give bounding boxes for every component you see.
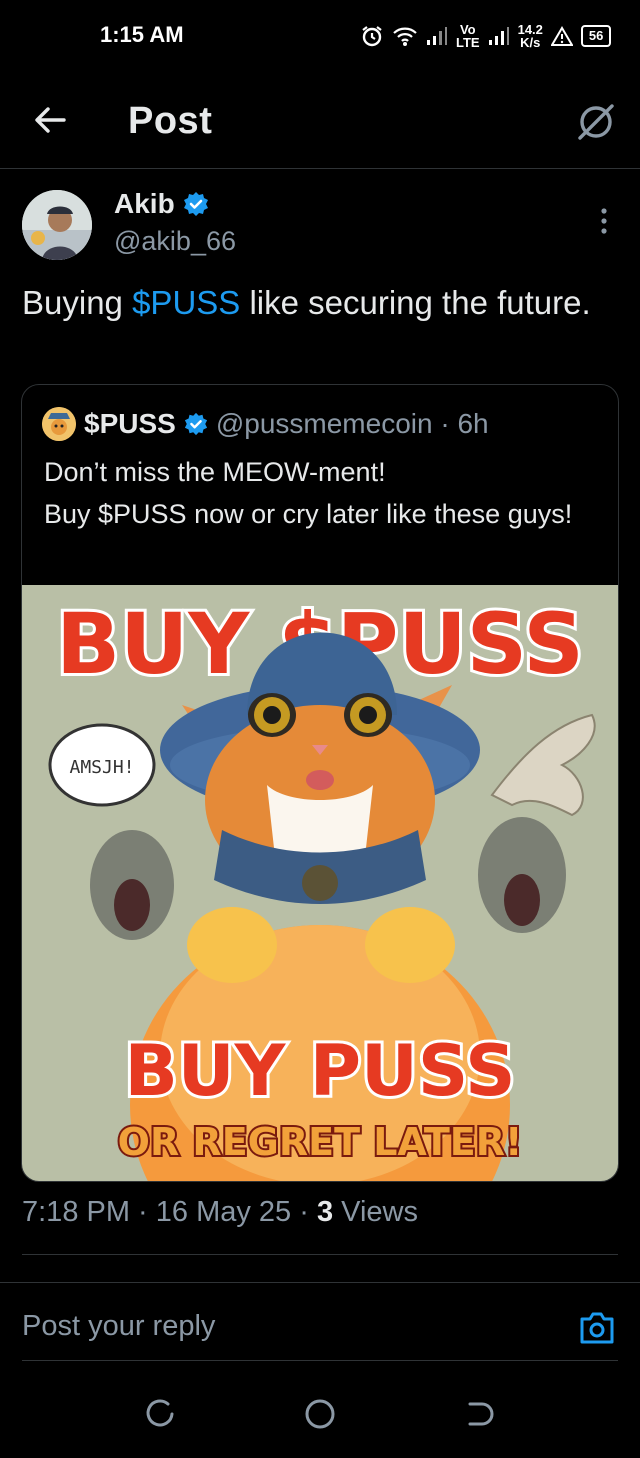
verified-badge-icon [184,412,207,436]
network-speed: 14.2 K/s [517,22,543,50]
quoted-post[interactable]: $PUSS @pussmemecoin · 6h Don’t miss the … [21,384,619,1182]
quoted-author-name[interactable]: $PUSS [84,408,176,440]
author-name[interactable]: Akib [114,188,209,220]
quoted-post-text: Don’t miss the MEOW-ment! Buy $PUSS now … [44,451,604,535]
status-time: 1:15 AM [100,22,184,47]
post-meta: 7:18 PM · 16 May 25 · 3 Views [22,1196,418,1229]
back-arrow-icon[interactable] [30,100,70,140]
header-divider [0,168,640,169]
poster-speech-bubble: AMSJH! [69,757,134,778]
meta-divider [22,1254,618,1255]
poster-bottom-subtext: OR REGRET LATER! [118,1120,523,1164]
quoted-avatar[interactable] [42,407,76,441]
quoted-post-header: $PUSS @pussmemecoin · 6h [42,407,489,441]
wifi-icon [393,27,417,46]
reply-input[interactable]: Post your reply [22,1310,215,1343]
author-handle[interactable]: @akib_66 [114,226,236,257]
views-label: Views [333,1196,418,1228]
alarm-icon [362,26,382,47]
views-count: 3 [316,1196,334,1228]
quoted-image[interactable]: BUY $PUSS AMSJH! BUY PUSS OR REGRET LATE… [22,585,618,1181]
recent-apps-icon[interactable] [142,1396,178,1432]
author-name-text[interactable]: Akib [114,188,175,220]
reply-divider-top [0,1282,640,1283]
quoted-line-1: Don’t miss the MEOW-ment! [44,457,386,487]
home-icon[interactable] [302,1396,338,1432]
avatar[interactable] [22,190,92,260]
verified-badge-icon [183,192,208,216]
post-text: Buying $PUSS like securing the future. [22,284,591,321]
status-icons: Vo LTE 14.2 K/s 56 [360,18,612,54]
signal-icon [427,27,447,45]
reply-divider-bottom [22,1360,618,1361]
back-nav-icon[interactable] [462,1396,498,1432]
more-options-icon[interactable] [594,206,614,236]
camera-icon[interactable] [578,1310,616,1346]
battery-icon: 56 [580,25,612,47]
network-type: Vo LTE [456,22,480,50]
page-title: Post [128,100,213,142]
signal-icon [488,27,509,45]
cashtag-link[interactable]: $PUSS [132,284,240,321]
grok-icon[interactable] [574,100,618,144]
post-timestamp: 7:18 PM · 16 May 25 · [22,1196,317,1228]
warning-icon [550,26,573,46]
poster-bottom-text: BUY PUSS [124,1030,515,1112]
quoted-author-handle: @pussmemecoin · 6h [215,408,489,439]
quoted-line-2: Buy $PUSS now or cry later like these gu… [44,499,573,529]
